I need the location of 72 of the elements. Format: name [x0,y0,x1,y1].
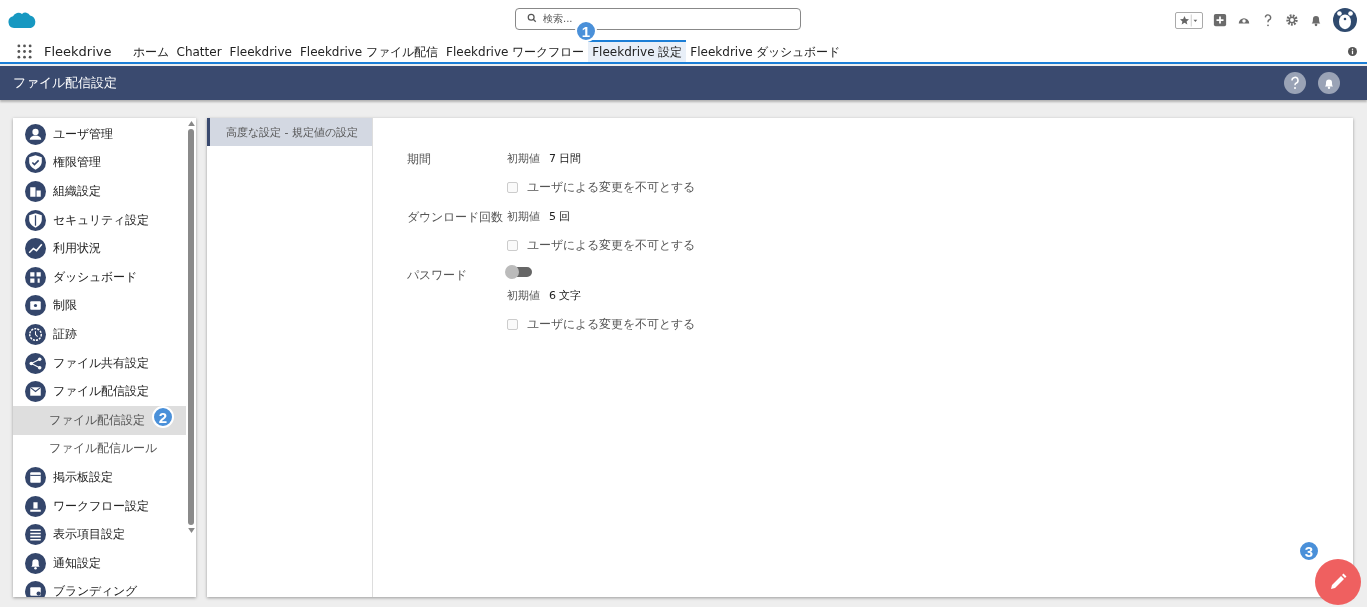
checkbox[interactable] [507,319,518,330]
field-label: ダウンロード回数 [407,209,504,226]
cloud-logo[interactable] [7,10,37,30]
menu-icon [25,152,46,174]
sidebar-item[interactable]: 表示項目設定 [13,520,186,549]
nav-tab[interactable]: Fleekdrive ワークフロー [442,40,589,62]
notification-bell-icon[interactable] [1309,13,1323,27]
checkbox-label: ユーザによる変更を不可とする [527,237,695,254]
menu-icon [25,552,46,574]
app-name: Fleekdrive [44,43,112,59]
scrollbar-thumb[interactable] [188,129,194,525]
nav-tab[interactable]: Fleekdrive ファイル配信 [295,40,443,62]
menu-icon [25,466,46,488]
sidebar-item[interactable]: ブランディング [13,577,186,597]
nav-tab[interactable]: Chatter [172,40,226,62]
sidebar-item[interactable]: ファイル配信設定 [13,377,186,406]
default-value: 7 日間 [549,151,582,166]
sidebar-item[interactable]: 掲示板設定 [13,463,186,492]
menu-icon [25,323,46,345]
menu-icon [25,238,46,260]
avatar-icon[interactable] [1333,8,1357,32]
default-label: 初期値 [507,209,540,224]
nav-tab[interactable]: Fleekdrive [225,40,296,62]
sidebar-item[interactable]: 利用状況 [13,234,186,263]
sidebar-item[interactable]: 証跡 [13,320,186,349]
menu-icon [25,123,46,145]
menu-icon [25,209,46,231]
sidebar-item[interactable]: 組織設定 [13,177,186,206]
help-icon[interactable] [1284,72,1306,94]
checkbox-label: ユーザによる変更を不可とする [527,316,695,333]
app-launcher-icon[interactable] [17,43,32,59]
menu-icon [25,266,46,288]
checkbox[interactable] [507,240,518,251]
toggle-switch[interactable] [507,267,532,277]
notification-bell-icon[interactable] [1318,72,1340,94]
section-nav-item[interactable]: 高度な設定 - 規定値の設定 [207,118,372,146]
checkbox[interactable] [507,182,518,193]
nav-tab[interactable]: Fleekdrive ダッシュボード [686,40,845,62]
sidebar-item[interactable]: ダッシュボード [13,262,186,292]
scroll-down-icon[interactable] [187,528,195,533]
sidebar-item[interactable]: ワークフロー設定 [13,491,186,521]
favorites-button[interactable] [1175,11,1203,29]
sidebar-item[interactable]: 通知設定 [13,548,186,578]
scroll-up-icon[interactable] [187,121,195,126]
nav-tab[interactable]: Fleekdrive 設定 [588,40,687,62]
sidebar-item[interactable]: ファイル共有設定 [13,348,186,378]
sidebar-subitem[interactable]: ファイル配信ルール [13,434,186,464]
sidebar-item[interactable]: 権限管理 [13,148,186,178]
page-title: ファイル配信設定 [13,74,117,92]
menu-icon [25,495,46,517]
nav-tab[interactable]: ホーム [128,40,173,62]
menu-icon [25,295,46,317]
sidebar-item[interactable]: 制限 [13,291,186,321]
checkbox-label: ユーザによる変更を不可とする [527,179,695,196]
search-icon [527,13,537,23]
sidebar-item[interactable]: ユーザ管理 [13,120,186,149]
edit-button[interactable] [1315,559,1361,605]
default-value: 5 回 [549,209,571,224]
sidebar-item[interactable]: セキュリティ設定 [13,205,186,235]
info-icon[interactable] [1348,46,1357,56]
menu-icon [25,181,46,202]
menu-icon [25,381,46,403]
menu-icon [25,524,46,546]
default-label: 初期値 [507,151,540,166]
field-label: パスワード [407,267,468,284]
field-label: 期間 [407,151,432,168]
pencil-icon [1328,572,1348,592]
settings-icon[interactable] [1285,13,1299,27]
plus-icon[interactable] [1213,13,1227,27]
default-value: 6 文字 [549,288,582,303]
default-label: 初期値 [507,288,540,303]
menu-icon [25,352,46,374]
